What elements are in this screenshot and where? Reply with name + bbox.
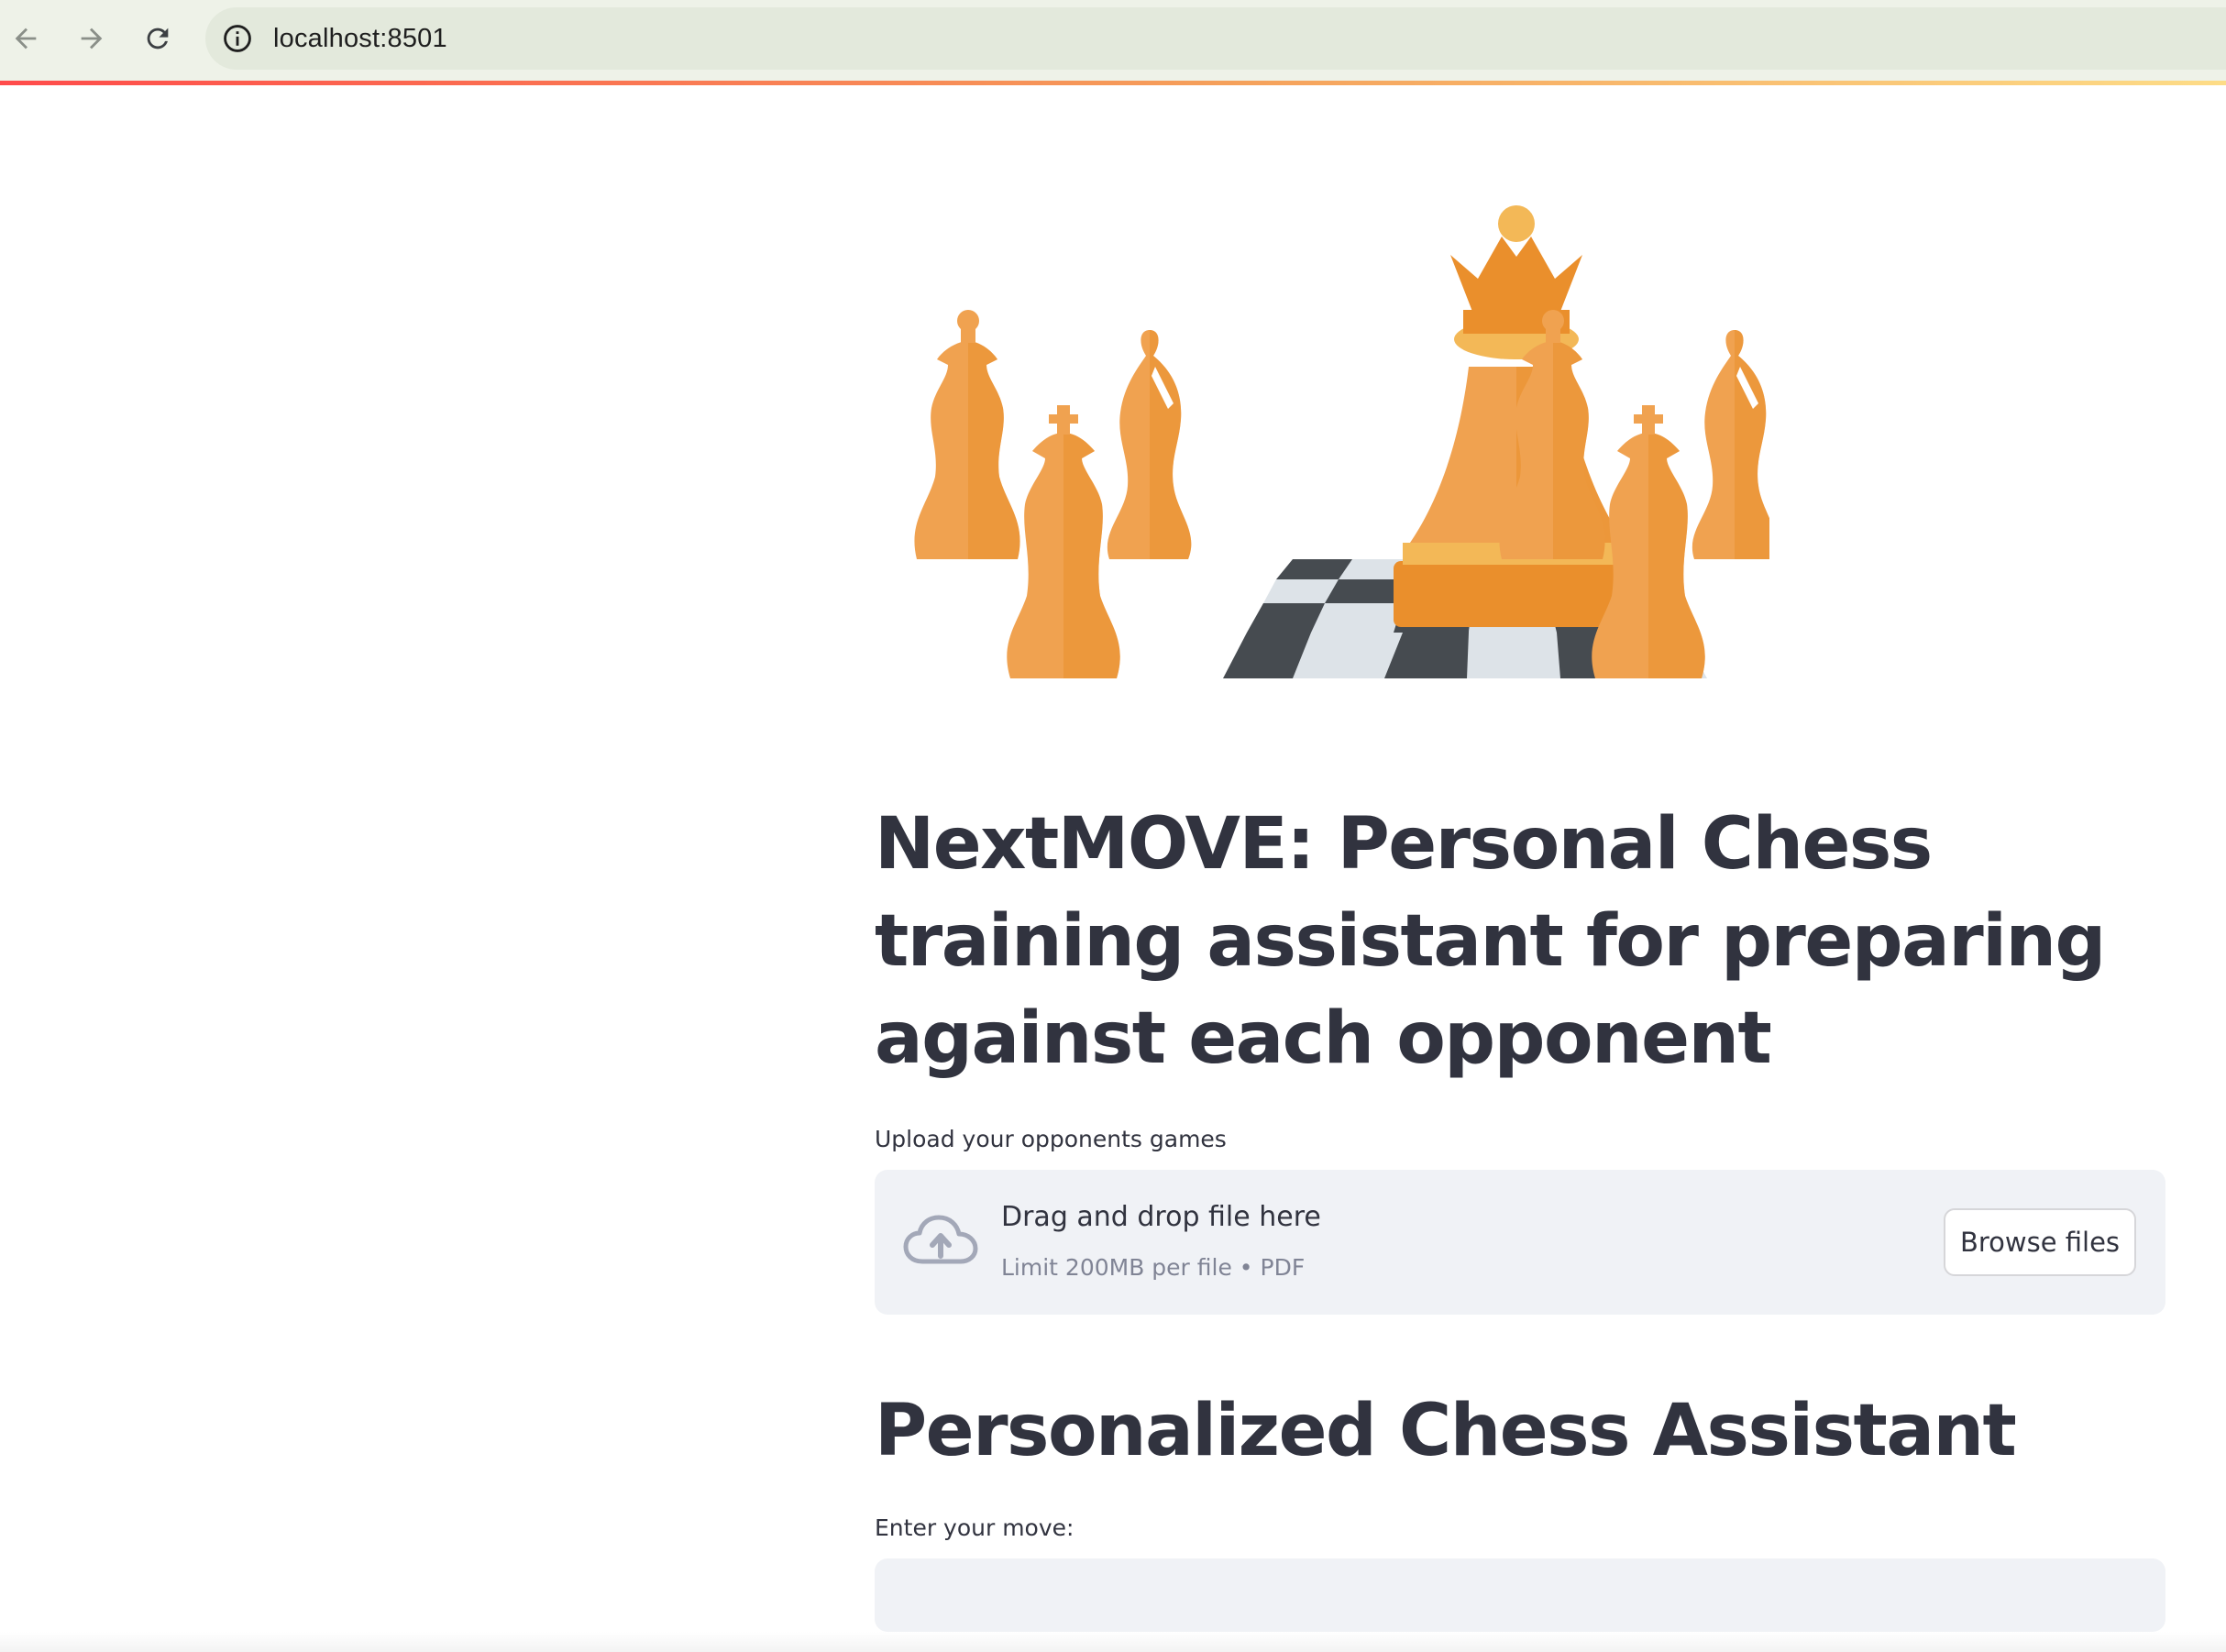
arrow-left-icon [15,28,37,50]
page-bottom-shade [0,1632,2226,1652]
section-heading: Personalized Chess Assistant [875,1390,2017,1472]
dropzone-limit: Limit 200MB per file • PDF [1001,1254,1306,1281]
browser-toolbar: localhost:8501 [0,0,2226,81]
upload-label: Upload your opponents games [875,1126,1227,1152]
browse-files-button[interactable]: Browse files [1944,1208,2136,1276]
cloud-upload-icon [903,1215,978,1264]
info-icon[interactable] [222,23,253,54]
file-dropzone[interactable]: Drag and drop file here Limit 200MB per … [875,1170,2165,1315]
back-button[interactable] [4,17,48,61]
reload-icon [147,28,169,50]
app-header-decoration [0,81,2226,85]
forward-button[interactable] [70,17,114,61]
dropzone-instructions: Drag and drop file here [1001,1201,1321,1233]
reload-button[interactable] [136,17,180,61]
chess-pieces-illustration [914,205,1769,678]
address-bar[interactable]: localhost:8501 [205,7,2226,70]
left-chess-pieces [914,310,1192,678]
page-title: NextMOVE: Personal Chess training assist… [875,803,2106,1080]
move-input-label: Enter your move: [875,1514,1074,1541]
arrow-right-icon [81,28,103,50]
url-text[interactable]: localhost:8501 [273,7,447,70]
move-input[interactable] [875,1558,2165,1632]
